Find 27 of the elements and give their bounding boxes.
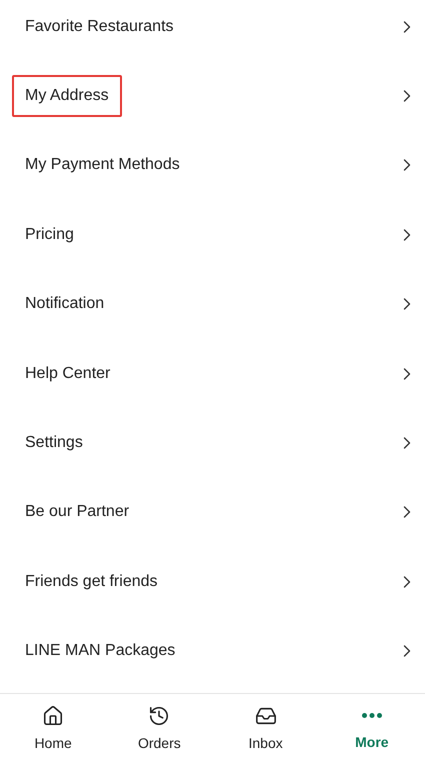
menu-item[interactable]: Be our Partner [0, 478, 425, 548]
menu-item[interactable]: Settings [0, 408, 425, 478]
menu-label: My Payment Methods [24, 155, 181, 176]
menu-item[interactable]: Help Center [0, 338, 425, 408]
orders-icon [148, 704, 170, 726]
nav-tab[interactable]: Orders [106, 694, 212, 764]
nav-tab[interactable]: Inbox [212, 694, 319, 764]
menu-label: Pricing [24, 224, 75, 245]
menu-item[interactable]: My Payment Methods [0, 130, 425, 200]
home-icon [42, 704, 64, 726]
more-icon [362, 713, 382, 718]
menu-label: Favorite Restaurants [24, 16, 175, 37]
menu-label: Settings [24, 433, 84, 454]
menu-label: My Address [12, 75, 122, 118]
menu-item[interactable]: Friends get friends [0, 547, 425, 617]
menu-label: Help Center [24, 364, 112, 384]
nav-tab[interactable]: Home [0, 694, 106, 764]
menu-label: LINE MAN Packages [24, 641, 176, 662]
menu-label: Be our Partner [24, 502, 130, 522]
menu-item[interactable]: Notification [0, 270, 425, 339]
menu-item[interactable]: Favorite Restaurants [0, 0, 425, 62]
menu-item[interactable]: Pricing [0, 200, 425, 270]
menu-label: Notification [24, 294, 106, 314]
menu-item[interactable]: My Address [0, 61, 425, 131]
nav-tab[interactable]: More [318, 694, 425, 764]
menu-label: Friends get friends [24, 572, 159, 592]
menu-item[interactable]: LINE MAN Packages [0, 616, 425, 686]
